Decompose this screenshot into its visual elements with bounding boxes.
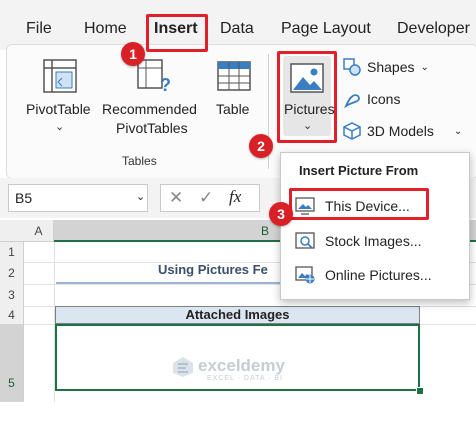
online-pictures-menu-item[interactable]: Online Pictures... [295, 262, 432, 288]
formula-controls: ✕ ✓ fx [160, 184, 260, 212]
online-pictures-label: Online Pictures... [325, 267, 432, 283]
name-box-value: B5 [15, 190, 33, 206]
table-button[interactable] [216, 58, 252, 94]
step-badge-2: 2 [249, 134, 273, 158]
watermark-name: exceldemy [198, 356, 285, 375]
tab-home[interactable]: Home [84, 20, 127, 38]
step-badge-3: 3 [269, 202, 293, 226]
fill-handle[interactable] [416, 387, 424, 395]
icons-icon [344, 94, 360, 108]
pivottable-chevron-icon[interactable]: ⌄ [55, 120, 64, 133]
row-header-4[interactable]: 4 [0, 306, 24, 324]
row-header-1[interactable]: 1 [0, 242, 24, 262]
tab-developer[interactable]: Developer [397, 20, 470, 38]
svg-text:?: ? [160, 75, 171, 94]
shapes-icon [343, 58, 361, 76]
menu-bar: File Home Insert Data Page Layout Develo… [0, 0, 476, 50]
name-box-chevron-icon[interactable]: ⌄ [136, 190, 145, 203]
icons-button[interactable]: Icons [343, 90, 400, 108]
column-header-a[interactable]: A [24, 220, 54, 242]
highlight-this-device [289, 188, 429, 220]
insert-picture-dropdown: Insert Picture From This Device... Stock… [280, 152, 470, 300]
3d-models-chevron-icon: ⌄ [453, 125, 463, 137]
pivottable-button[interactable] [42, 58, 78, 94]
cube-icon [343, 122, 361, 140]
confirm-icon[interactable]: ✓ [199, 188, 213, 208]
recommended-pivottables-label-2[interactable]: PivotTables [116, 119, 188, 137]
shapes-label: Shapes [367, 59, 415, 75]
tab-file[interactable]: File [26, 20, 52, 38]
stock-images-label: Stock Images... [325, 233, 422, 249]
tab-page-layout[interactable]: Page Layout [281, 20, 371, 38]
name-box[interactable]: B5 [8, 184, 148, 212]
highlight-pictures-button [277, 51, 337, 143]
watermark-tagline: EXCEL · DATA · BI [207, 375, 283, 382]
3d-models-button[interactable]: 3D Models ⌄ [343, 122, 462, 140]
tab-data[interactable]: Data [220, 20, 254, 38]
stock-images-icon [295, 232, 315, 249]
shapes-chevron-icon: ⌄ [420, 61, 429, 73]
highlight-insert-tab [146, 14, 208, 52]
row-header-2[interactable]: 2 [0, 262, 24, 284]
sheet-title: Using Pictures Fe [158, 262, 268, 277]
icons-label: Icons [367, 91, 401, 107]
stock-images-menu-item[interactable]: Stock Images... [295, 228, 421, 254]
row-header-3[interactable]: 3 [0, 284, 24, 306]
title-underline [56, 282, 280, 284]
recommended-pivottables-button[interactable]: ? [136, 58, 172, 95]
recommended-pivottables-label-1[interactable]: Recommended [102, 100, 197, 118]
fx-icon[interactable]: fx [229, 187, 241, 207]
dropdown-title: Insert Picture From [299, 163, 419, 178]
cancel-icon[interactable]: ✕ [169, 188, 183, 208]
step-badge-1: 1 [121, 42, 145, 66]
attached-images-header: Attached Images [55, 306, 420, 324]
exceldemy-logo-icon [172, 356, 194, 383]
table-icon [217, 61, 251, 91]
pivottable-icon [43, 59, 77, 93]
recommended-pivottables-icon: ? [137, 59, 171, 95]
pivottable-label[interactable]: PivotTable [26, 100, 91, 118]
select-all-corner[interactable] [0, 220, 24, 242]
tables-group-label: Tables [122, 154, 157, 168]
3d-models-label: 3D Models [367, 123, 434, 139]
shapes-button[interactable]: Shapes ⌄ [343, 58, 429, 76]
row-header-5[interactable]: 5 [0, 324, 24, 402]
online-pictures-icon [295, 266, 315, 284]
table-label[interactable]: Table [216, 100, 249, 118]
